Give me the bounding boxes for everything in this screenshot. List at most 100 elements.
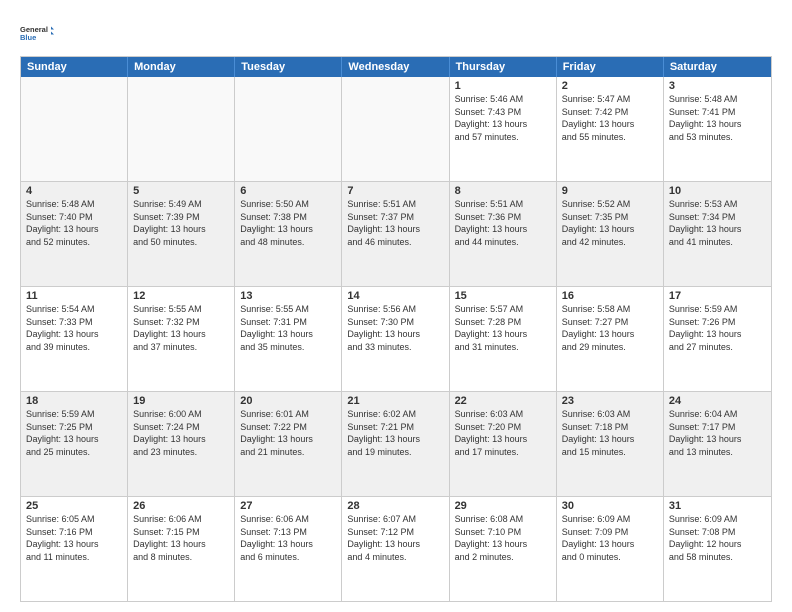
day-number: 31: [669, 500, 766, 512]
calendar-row-1: 1Sunrise: 5:46 AM Sunset: 7:43 PM Daylig…: [21, 77, 771, 181]
day-info: Sunrise: 5:54 AM Sunset: 7:33 PM Dayligh…: [26, 303, 122, 353]
day-number: 17: [669, 290, 766, 302]
day-number: 7: [347, 185, 443, 197]
day-info: Sunrise: 6:00 AM Sunset: 7:24 PM Dayligh…: [133, 408, 229, 458]
day-number: 22: [455, 395, 551, 407]
day-cell-6: 6Sunrise: 5:50 AM Sunset: 7:38 PM Daylig…: [235, 182, 342, 286]
day-cell-5: 5Sunrise: 5:49 AM Sunset: 7:39 PM Daylig…: [128, 182, 235, 286]
calendar-row-2: 4Sunrise: 5:48 AM Sunset: 7:40 PM Daylig…: [21, 181, 771, 286]
day-info: Sunrise: 6:03 AM Sunset: 7:18 PM Dayligh…: [562, 408, 658, 458]
day-number: 28: [347, 500, 443, 512]
day-info: Sunrise: 6:08 AM Sunset: 7:10 PM Dayligh…: [455, 513, 551, 563]
day-cell-12: 12Sunrise: 5:55 AM Sunset: 7:32 PM Dayli…: [128, 287, 235, 391]
day-info: Sunrise: 6:02 AM Sunset: 7:21 PM Dayligh…: [347, 408, 443, 458]
page: General Blue SundayMondayTuesdayWednesda…: [0, 0, 792, 612]
day-number: 12: [133, 290, 229, 302]
day-info: Sunrise: 6:06 AM Sunset: 7:13 PM Dayligh…: [240, 513, 336, 563]
day-number: 23: [562, 395, 658, 407]
day-cell-9: 9Sunrise: 5:52 AM Sunset: 7:35 PM Daylig…: [557, 182, 664, 286]
weekday-header-saturday: Saturday: [664, 57, 771, 77]
day-cell-31: 31Sunrise: 6:09 AM Sunset: 7:08 PM Dayli…: [664, 497, 771, 601]
day-info: Sunrise: 5:48 AM Sunset: 7:40 PM Dayligh…: [26, 198, 122, 248]
day-info: Sunrise: 6:09 AM Sunset: 7:08 PM Dayligh…: [669, 513, 766, 563]
day-cell-16: 16Sunrise: 5:58 AM Sunset: 7:27 PM Dayli…: [557, 287, 664, 391]
day-number: 19: [133, 395, 229, 407]
weekday-header-friday: Friday: [557, 57, 664, 77]
weekday-header-tuesday: Tuesday: [235, 57, 342, 77]
day-cell-11: 11Sunrise: 5:54 AM Sunset: 7:33 PM Dayli…: [21, 287, 128, 391]
day-number: 10: [669, 185, 766, 197]
day-number: 27: [240, 500, 336, 512]
day-number: 1: [455, 80, 551, 92]
day-info: Sunrise: 5:59 AM Sunset: 7:26 PM Dayligh…: [669, 303, 766, 353]
logo-svg: General Blue: [20, 16, 54, 50]
day-number: 16: [562, 290, 658, 302]
day-info: Sunrise: 5:53 AM Sunset: 7:34 PM Dayligh…: [669, 198, 766, 248]
day-info: Sunrise: 6:04 AM Sunset: 7:17 PM Dayligh…: [669, 408, 766, 458]
day-number: 29: [455, 500, 551, 512]
svg-text:Blue: Blue: [20, 33, 36, 42]
day-info: Sunrise: 5:48 AM Sunset: 7:41 PM Dayligh…: [669, 93, 766, 143]
day-cell-30: 30Sunrise: 6:09 AM Sunset: 7:09 PM Dayli…: [557, 497, 664, 601]
header: General Blue: [20, 16, 772, 50]
calendar-row-4: 18Sunrise: 5:59 AM Sunset: 7:25 PM Dayli…: [21, 391, 771, 496]
day-info: Sunrise: 5:47 AM Sunset: 7:42 PM Dayligh…: [562, 93, 658, 143]
day-number: 4: [26, 185, 122, 197]
calendar-header: SundayMondayTuesdayWednesdayThursdayFrid…: [21, 57, 771, 77]
day-number: 21: [347, 395, 443, 407]
empty-cell: [128, 77, 235, 181]
day-cell-25: 25Sunrise: 6:05 AM Sunset: 7:16 PM Dayli…: [21, 497, 128, 601]
day-cell-2: 2Sunrise: 5:47 AM Sunset: 7:42 PM Daylig…: [557, 77, 664, 181]
day-cell-15: 15Sunrise: 5:57 AM Sunset: 7:28 PM Dayli…: [450, 287, 557, 391]
calendar-row-3: 11Sunrise: 5:54 AM Sunset: 7:33 PM Dayli…: [21, 286, 771, 391]
day-cell-1: 1Sunrise: 5:46 AM Sunset: 7:43 PM Daylig…: [450, 77, 557, 181]
day-info: Sunrise: 6:05 AM Sunset: 7:16 PM Dayligh…: [26, 513, 122, 563]
weekday-header-thursday: Thursday: [450, 57, 557, 77]
day-number: 13: [240, 290, 336, 302]
day-cell-8: 8Sunrise: 5:51 AM Sunset: 7:36 PM Daylig…: [450, 182, 557, 286]
day-info: Sunrise: 5:49 AM Sunset: 7:39 PM Dayligh…: [133, 198, 229, 248]
day-cell-14: 14Sunrise: 5:56 AM Sunset: 7:30 PM Dayli…: [342, 287, 449, 391]
day-info: Sunrise: 5:46 AM Sunset: 7:43 PM Dayligh…: [455, 93, 551, 143]
day-info: Sunrise: 5:59 AM Sunset: 7:25 PM Dayligh…: [26, 408, 122, 458]
day-info: Sunrise: 6:07 AM Sunset: 7:12 PM Dayligh…: [347, 513, 443, 563]
day-number: 6: [240, 185, 336, 197]
day-cell-21: 21Sunrise: 6:02 AM Sunset: 7:21 PM Dayli…: [342, 392, 449, 496]
day-cell-22: 22Sunrise: 6:03 AM Sunset: 7:20 PM Dayli…: [450, 392, 557, 496]
day-info: Sunrise: 6:01 AM Sunset: 7:22 PM Dayligh…: [240, 408, 336, 458]
day-info: Sunrise: 5:50 AM Sunset: 7:38 PM Dayligh…: [240, 198, 336, 248]
day-info: Sunrise: 6:06 AM Sunset: 7:15 PM Dayligh…: [133, 513, 229, 563]
day-number: 14: [347, 290, 443, 302]
day-info: Sunrise: 5:57 AM Sunset: 7:28 PM Dayligh…: [455, 303, 551, 353]
day-number: 2: [562, 80, 658, 92]
day-cell-17: 17Sunrise: 5:59 AM Sunset: 7:26 PM Dayli…: [664, 287, 771, 391]
day-number: 25: [26, 500, 122, 512]
day-number: 9: [562, 185, 658, 197]
day-cell-4: 4Sunrise: 5:48 AM Sunset: 7:40 PM Daylig…: [21, 182, 128, 286]
day-cell-24: 24Sunrise: 6:04 AM Sunset: 7:17 PM Dayli…: [664, 392, 771, 496]
day-number: 30: [562, 500, 658, 512]
calendar-body: 1Sunrise: 5:46 AM Sunset: 7:43 PM Daylig…: [21, 77, 771, 601]
day-info: Sunrise: 6:03 AM Sunset: 7:20 PM Dayligh…: [455, 408, 551, 458]
day-info: Sunrise: 6:09 AM Sunset: 7:09 PM Dayligh…: [562, 513, 658, 563]
day-number: 24: [669, 395, 766, 407]
day-number: 15: [455, 290, 551, 302]
day-info: Sunrise: 5:52 AM Sunset: 7:35 PM Dayligh…: [562, 198, 658, 248]
weekday-header-wednesday: Wednesday: [342, 57, 449, 77]
day-number: 20: [240, 395, 336, 407]
day-number: 5: [133, 185, 229, 197]
day-cell-19: 19Sunrise: 6:00 AM Sunset: 7:24 PM Dayli…: [128, 392, 235, 496]
day-info: Sunrise: 5:51 AM Sunset: 7:36 PM Dayligh…: [455, 198, 551, 248]
day-number: 3: [669, 80, 766, 92]
day-cell-10: 10Sunrise: 5:53 AM Sunset: 7:34 PM Dayli…: [664, 182, 771, 286]
day-number: 11: [26, 290, 122, 302]
day-info: Sunrise: 5:58 AM Sunset: 7:27 PM Dayligh…: [562, 303, 658, 353]
empty-cell: [342, 77, 449, 181]
day-number: 18: [26, 395, 122, 407]
calendar: SundayMondayTuesdayWednesdayThursdayFrid…: [20, 56, 772, 602]
day-info: Sunrise: 5:55 AM Sunset: 7:31 PM Dayligh…: [240, 303, 336, 353]
day-cell-20: 20Sunrise: 6:01 AM Sunset: 7:22 PM Dayli…: [235, 392, 342, 496]
weekday-header-monday: Monday: [128, 57, 235, 77]
weekday-header-sunday: Sunday: [21, 57, 128, 77]
day-cell-29: 29Sunrise: 6:08 AM Sunset: 7:10 PM Dayli…: [450, 497, 557, 601]
